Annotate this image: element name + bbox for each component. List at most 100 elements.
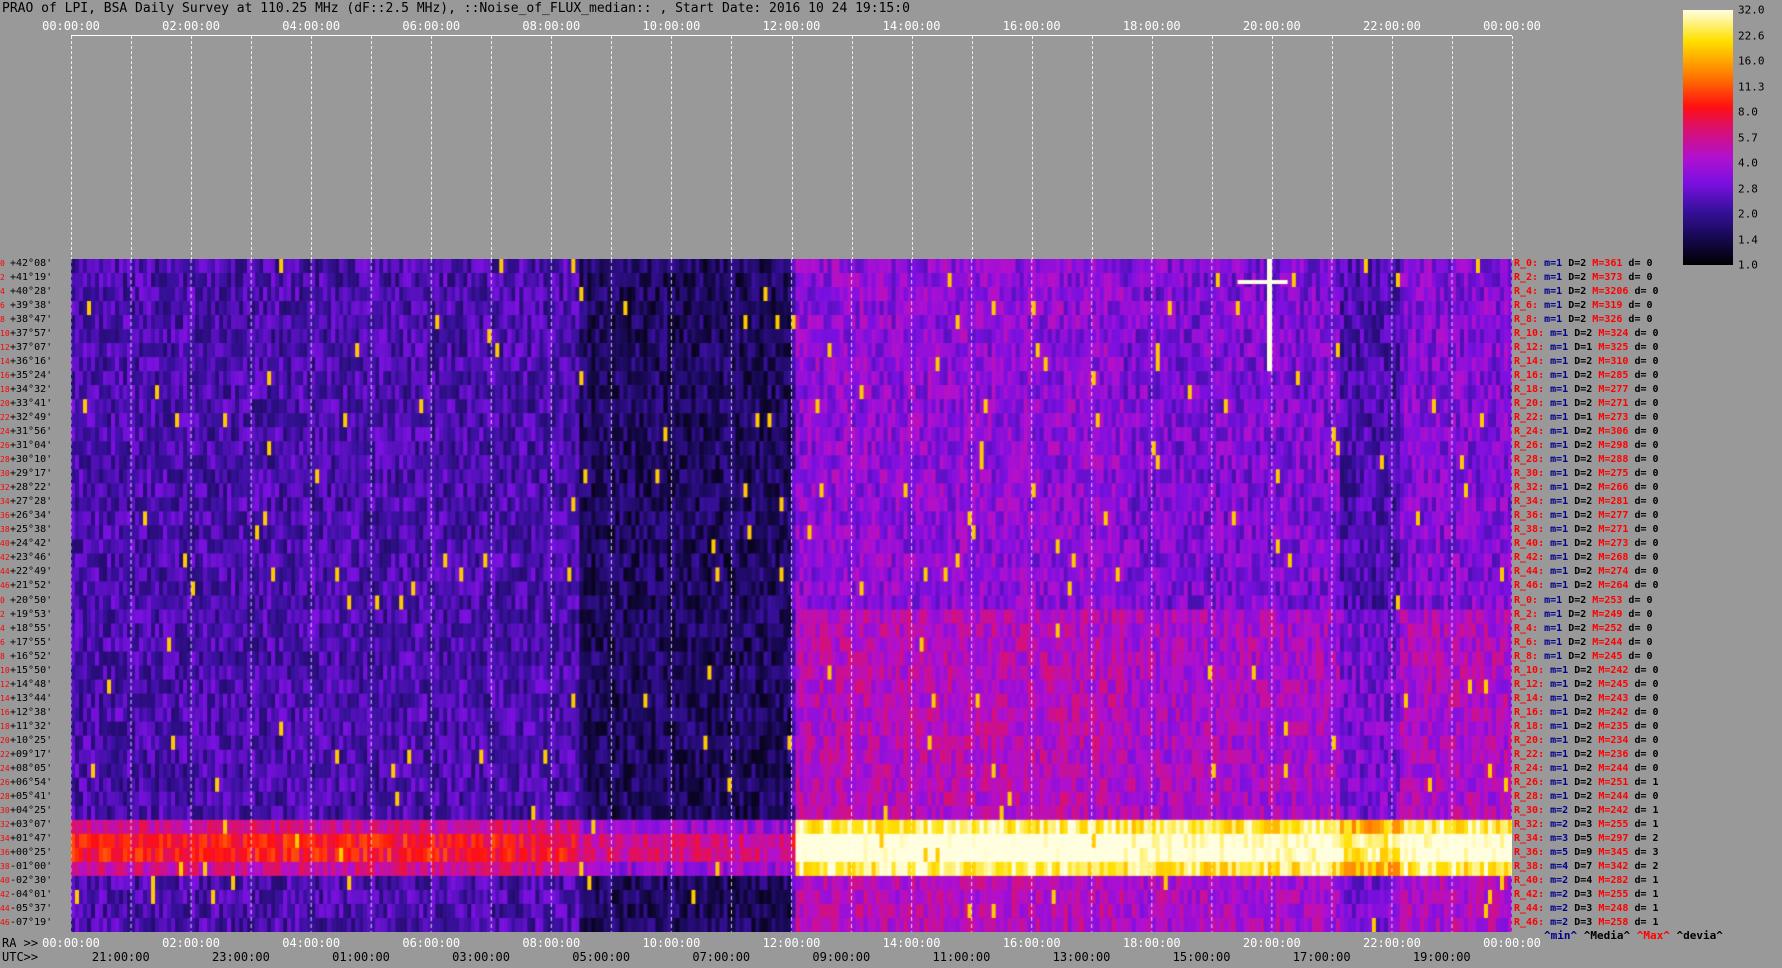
declination-label: 44-05°37' (0, 902, 53, 914)
colorbar-tick: 4.0 (1738, 156, 1758, 170)
colorbar-tick: 2.0 (1738, 207, 1758, 221)
grid-line (1512, 36, 1513, 260)
declination-label: 10+37°57' (0, 328, 53, 340)
row-stat: R_28: m=1 D=2 M=288 d= 0 (1514, 454, 1659, 466)
grid-line (1151, 36, 1153, 260)
declination-label: 38+25°38' (0, 524, 53, 536)
declination-label: 24+08°05' (0, 762, 53, 774)
row-stat: R_16: m=1 D=2 M=285 d= 0 (1514, 370, 1659, 382)
top-ra-tick: 22:00:00 (1363, 19, 1421, 33)
row-stat: R_0: m=1 D=2 M=253 d= 0 (1514, 594, 1653, 606)
declination-label: 14+36°16' (0, 356, 53, 368)
row-stat: R_22: m=1 D=2 M=236 d= 0 (1514, 748, 1659, 760)
grid-line (1091, 36, 1093, 260)
grid-line (911, 36, 913, 260)
bottom-ra-tick: 18:00:00 (1122, 936, 1181, 950)
grid-line (671, 36, 673, 260)
bottom-ra-tick: 00:00:00 (42, 936, 100, 950)
ra-axis-label: RA >> (2, 936, 39, 950)
row-stat: R_26: m=1 D=2 M=251 d= 1 (1514, 776, 1659, 788)
colorbar-tick: 32.0 (1738, 3, 1765, 17)
declination-label: 46-07°19' (0, 916, 53, 928)
row-stat: R_12: m=1 D=2 M=245 d= 0 (1514, 678, 1659, 690)
bottom-ra-tick: 00:00:00 (1483, 936, 1541, 950)
row-stat: R_4: m=1 D=2 M=3206 d= 0 (1514, 286, 1659, 298)
grid-line (971, 36, 973, 260)
declination-label: 6 +17°55' (0, 636, 53, 648)
declination-label: 12+37°07' (0, 342, 53, 354)
declination-label: 8 +38°47' (0, 314, 53, 326)
declination-label: 22+09°17' (0, 748, 53, 760)
row-stat: R_46: m=2 D=3 M=258 d= 1 (1514, 916, 1659, 928)
grid-line (251, 36, 253, 260)
top-ra-tick: 14:00:00 (882, 19, 941, 33)
legend-max: ^Max^ (1636, 929, 1670, 942)
top-empty-region (71, 35, 1513, 260)
bottom-ra-tick: 12:00:00 (762, 936, 821, 950)
row-stat: R_42: m=1 D=2 M=268 d= 0 (1514, 552, 1659, 564)
legend-media: ^Media^ (1583, 929, 1631, 942)
grid-line (611, 36, 613, 260)
grid-line (191, 36, 193, 260)
row-stat: R_8: m=1 D=2 M=326 d= 0 (1514, 314, 1653, 326)
row-stat: R_32: m=2 D=3 M=255 d= 1 (1514, 818, 1659, 830)
row-stat: R_4: m=1 D=2 M=252 d= 0 (1514, 622, 1653, 634)
row-stat: R_14: m=1 D=2 M=243 d= 0 (1514, 692, 1659, 704)
row-stat: R_36: m=1 D=2 M=277 d= 0 (1514, 510, 1659, 522)
declination-label: 12+14°48' (0, 678, 53, 690)
utc-tick: 03:00:00 (452, 950, 510, 964)
declination-label: 36+00°25' (0, 846, 53, 858)
utc-tick: 05:00:00 (572, 950, 631, 964)
utc-tick: 01:00:00 (332, 950, 390, 964)
bottom-ra-tick: 16:00:00 (1002, 936, 1061, 950)
row-stat: R_24: m=1 D=2 M=244 d= 0 (1514, 762, 1659, 774)
row-stat: R_34: m=3 D=5 M=297 d= 2 (1514, 832, 1659, 844)
grid-line (371, 36, 373, 260)
grid-line (1031, 36, 1033, 260)
row-stat: R_42: m=2 D=3 M=255 d= 1 (1514, 888, 1659, 900)
colorbar-tick: 8.0 (1738, 105, 1758, 119)
declination-label: 40-02°30' (0, 874, 53, 886)
legend-devia: ^devia^ (1676, 929, 1723, 942)
declination-label: 30+04°25' (0, 804, 53, 816)
grid-line (491, 36, 493, 260)
utc-tick: 23:00:00 (212, 950, 270, 964)
row-stat: R_10: m=1 D=2 M=324 d= 0 (1514, 328, 1659, 340)
row-stat: R_18: m=1 D=2 M=277 d= 0 (1514, 384, 1659, 396)
row-stat: R_12: m=1 D=1 M=325 d= 0 (1514, 342, 1659, 354)
declination-label: 30+29°17' (0, 468, 53, 480)
colorbar-tick: 1.4 (1738, 233, 1758, 246)
utc-tick: 19:00:00 (1412, 950, 1471, 964)
row-stat: R_40: m=1 D=2 M=273 d= 0 (1514, 538, 1659, 550)
colorbar (1683, 10, 1733, 265)
top-ra-tick: 00:00:00 (1483, 19, 1541, 33)
row-stat: R_44: m=2 D=3 M=248 d= 1 (1514, 902, 1659, 914)
declination-label: 10+15°50' (0, 664, 53, 676)
colorbar-tick: 22.6 (1738, 29, 1765, 42)
grid-line (431, 36, 433, 260)
grid-line (311, 36, 313, 260)
grid-line (791, 36, 793, 260)
heatmap-plot (71, 259, 1512, 932)
utc-tick: 17:00:00 (1292, 950, 1351, 964)
colorbar-tick: 5.7 (1738, 131, 1758, 144)
row-stat: R_14: m=1 D=2 M=310 d= 0 (1514, 356, 1659, 368)
grid-line (1391, 36, 1393, 260)
declination-label: 0 +20°50' (0, 594, 53, 606)
declination-label: 8 +16°52' (0, 650, 53, 662)
top-ra-tick: 20:00:00 (1242, 19, 1301, 33)
row-stat: R_40: m=2 D=4 M=282 d= 1 (1514, 874, 1659, 886)
declination-label: 32+28°22' (0, 482, 53, 494)
row-stat: R_30: m=2 D=2 M=242 d= 1 (1514, 804, 1659, 816)
row-stat: R_44: m=1 D=2 M=274 d= 0 (1514, 566, 1659, 578)
declination-label: 16+35°24' (0, 370, 53, 382)
row-stat: R_32: m=1 D=2 M=266 d= 0 (1514, 482, 1659, 494)
declination-label: 36+26°34' (0, 510, 53, 522)
row-stat: R_0: m=1 D=2 M=361 d= 0 (1514, 258, 1653, 269)
declination-label: 34+27°28' (0, 496, 53, 508)
utc-tick: 13:00:00 (1052, 950, 1111, 964)
declination-label: 16+12°38' (0, 706, 53, 718)
top-ra-tick: 02:00:00 (162, 19, 220, 33)
declination-label: 24+31°56' (0, 426, 53, 438)
row-stat: R_22: m=1 D=1 M=273 d= 0 (1514, 412, 1659, 424)
